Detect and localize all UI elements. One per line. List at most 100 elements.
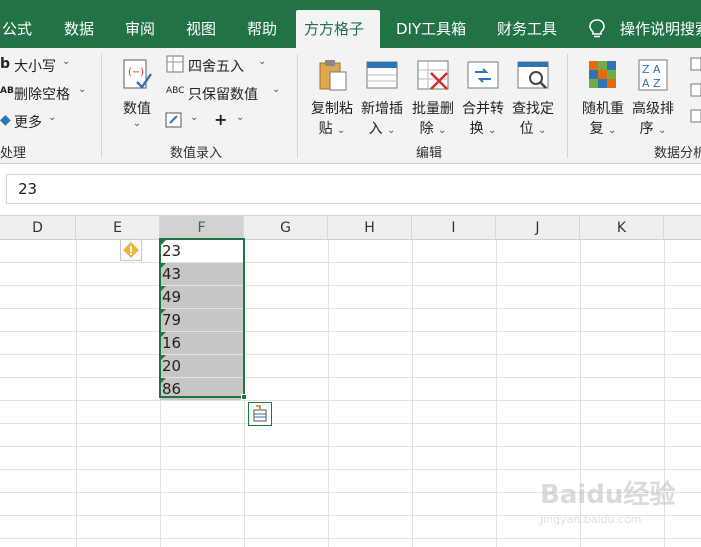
random-repeat-button[interactable]: 随机重 复 ⌄ [579, 54, 627, 140]
grid-line [0, 423, 701, 424]
watermark-brand: Baidu经验 [540, 480, 676, 510]
tab-view[interactable]: 视图 [186, 0, 216, 48]
merge-convert-label-2: 换 ⌄ [469, 121, 497, 137]
case-button[interactable]: 大小写 [14, 56, 56, 76]
merge-convert-button[interactable]: 合并转 换 ⌄ [459, 54, 507, 140]
group-divider [297, 54, 298, 158]
value-button[interactable]: (−) 数值 ⌄ [113, 54, 161, 140]
error-check-button[interactable] [120, 239, 142, 261]
find-locate-button[interactable]: 查找定 位 ⌄ [509, 54, 557, 140]
tab-fangfang[interactable]: 方方格子 [296, 10, 380, 48]
column-header-h[interactable]: H [328, 216, 412, 240]
abc-icon: ABC [166, 86, 185, 96]
batch-delete-button[interactable]: 批量删 除 ⌄ [409, 54, 457, 140]
svg-text:(−): (−) [128, 67, 144, 78]
tab-diy-toolbox[interactable]: DIY工具箱 [396, 0, 466, 48]
analysis-more-icon[interactable] [690, 56, 701, 126]
value-button-label: 数值 [123, 101, 151, 117]
quick-analysis-icon [253, 405, 267, 422]
column-header-f[interactable]: F [160, 216, 244, 240]
grid-line [0, 538, 701, 539]
tab-data[interactable]: 数据 [64, 0, 94, 48]
grid-line [328, 240, 329, 547]
random-repeat-label: 随机重 [582, 101, 624, 117]
random-repeat-label-2: 复 ⌄ [589, 121, 617, 137]
tab-formulas[interactable]: 公式 [2, 0, 32, 48]
ab-icon: AB [0, 86, 14, 96]
grid-line [0, 446, 701, 447]
column-header-e[interactable]: E [76, 216, 160, 240]
edit-form-icon[interactable] [165, 112, 183, 128]
delete-space-button[interactable]: 删除空格 [14, 84, 70, 104]
warning-icon [123, 242, 139, 258]
advanced-sort-label-2: 序 ⌄ [639, 121, 667, 137]
more-button[interactable]: 更多 [14, 112, 42, 132]
column-header-d[interactable]: D [0, 216, 76, 240]
grid-line [0, 377, 701, 378]
ribbon-tab-bar: 公式 数据 审阅 视图 帮助 方方格子 DIY工具箱 财务工具 操作说明搜索 [0, 0, 701, 48]
tab-help[interactable]: 帮助 [247, 0, 277, 48]
grid-line [0, 308, 701, 309]
grid-line [0, 400, 701, 401]
keep-value-button[interactable]: 只保留数值 [188, 84, 258, 104]
tab-review[interactable]: 审阅 [125, 0, 155, 48]
edit-group-label: 编辑 [416, 146, 443, 161]
analysis-group-label: 数据分析 [654, 146, 701, 161]
random-grid-icon [589, 61, 616, 88]
watermark-url: jingyan.baidu.com [540, 513, 642, 526]
quick-analysis-button[interactable] [248, 402, 272, 426]
tab-finance-tools[interactable]: 财务工具 [497, 0, 557, 48]
lightbulb-icon [589, 19, 605, 38]
formula-input[interactable] [6, 174, 701, 204]
round-icon [166, 55, 184, 73]
plus-icon[interactable]: + [214, 110, 227, 129]
insert-rows-icon [366, 61, 398, 89]
merge-convert-label: 合并转 [462, 101, 504, 117]
advanced-sort-label: 高级排 [632, 101, 674, 117]
column-header-next[interactable] [664, 216, 701, 240]
column-header-g[interactable]: G [244, 216, 328, 240]
chevron-down-icon: ⌄ [190, 112, 199, 123]
text-group-label: 处理 [0, 146, 27, 161]
chevron-down-icon: ⌄ [48, 112, 57, 123]
chevron-down-icon: ⌄ [62, 56, 71, 67]
svg-text:Z A: Z A [642, 63, 661, 76]
diamond-icon: ◆ [0, 112, 11, 128]
column-header-j[interactable]: J [496, 216, 580, 240]
merge-convert-icon [467, 61, 499, 89]
batch-delete-label: 批量删 [412, 101, 454, 117]
case-icon: b [0, 56, 11, 72]
round-button[interactable]: 四舍五入 [188, 56, 244, 76]
column-header-k[interactable]: K [580, 216, 664, 240]
grid-line [0, 331, 701, 332]
number-group-label: 数值录入 [170, 146, 223, 161]
insert-label-2: 入 ⌄ [368, 121, 396, 137]
find-icon [517, 61, 549, 89]
chevron-down-icon: ⌄ [272, 84, 281, 95]
batch-delete-icon [417, 60, 449, 90]
chevron-down-icon: ⌄ [132, 118, 142, 129]
find-locate-label: 查找定 [512, 101, 554, 117]
grid-line [76, 240, 77, 547]
chevron-down-icon: ⌄ [236, 112, 245, 123]
watermark: Baidu经验 jingyan.baidu.com [540, 474, 675, 526]
grid-line [496, 240, 497, 547]
selection-border [159, 238, 245, 398]
formula-bar: 23 [0, 164, 701, 216]
batch-delete-label-2: 除 ⌄ [419, 121, 447, 137]
advanced-sort-button[interactable]: Z A A Z 高级排 序 ⌄ [629, 54, 677, 140]
chevron-down-icon: ⌄ [258, 56, 267, 67]
value-icon: (−) [123, 59, 152, 89]
ribbon: b 大小写 ⌄ AB 删除空格 ⌄ ◆ 更多 ⌄ 处理 (−) 数值 ⌄ 四舍五… [0, 48, 701, 164]
insert-button[interactable]: 新增插 入 ⌄ [358, 54, 406, 140]
column-header-i[interactable]: I [412, 216, 496, 240]
copy-paste-button[interactable]: 复制粘 贴 ⌄ [308, 54, 356, 140]
clipboard-icon [319, 60, 347, 91]
find-locate-label-2: 位 ⌄ [519, 121, 547, 137]
grid-line [0, 262, 701, 263]
grid-line [0, 354, 701, 355]
insert-label: 新增插 [361, 101, 403, 117]
fill-handle[interactable] [241, 394, 247, 400]
tell-me-search[interactable]: 操作说明搜索 [620, 0, 701, 48]
group-divider [567, 54, 568, 158]
